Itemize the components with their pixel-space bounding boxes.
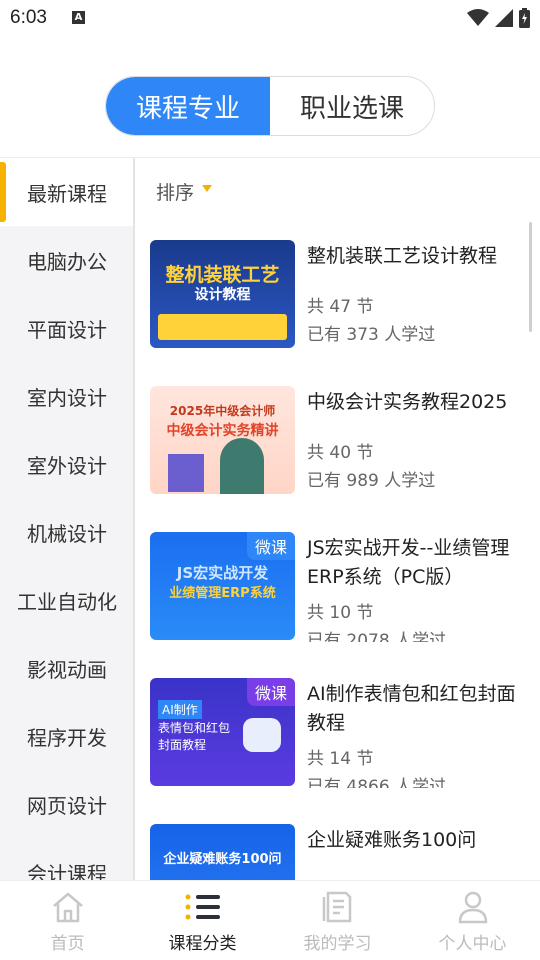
battery-icon [519, 8, 530, 28]
course-title: AI制作表情包和红包封面教程 [307, 683, 516, 734]
thumb-subtitle: 中级会计实务精讲 [166, 423, 279, 439]
course-lessons: 共 10 节 [307, 603, 374, 623]
thumb-subtitle: 业绩管理ERP系统 [169, 586, 276, 601]
course-lessons: 共 47 节 [307, 297, 374, 317]
thumb-title: 2025年中级会计师 [169, 404, 276, 418]
course-learners: 已有 989 人学过 [307, 471, 436, 491]
notebook-icon [322, 891, 351, 923]
nav-my-learning[interactable]: 我的学习 [270, 881, 405, 960]
course-thumbnail: JS宏实战开发 业绩管理ERP系统 微课 [150, 532, 295, 640]
course-lessons: 共 40 节 [307, 443, 374, 463]
sidebar-item-accounting[interactable]: 会计课程 [0, 838, 134, 881]
tab-course-major[interactable]: 课程专业 [106, 77, 270, 135]
sidebar-item-automation[interactable]: 工业自动化 [0, 566, 134, 634]
micro-course-badge: 微课 [246, 532, 295, 560]
course-item[interactable]: 企业疑难账务100问 企业疑难账务100问 [150, 824, 530, 880]
course-title: 企业疑难账务100问 [307, 829, 477, 851]
wifi-icon [467, 9, 489, 26]
sidebar-item-animation[interactable]: 影视动画 [0, 634, 134, 702]
sidebar-item-office[interactable]: 电脑办公 [0, 226, 134, 294]
nav-home-label: 首页 [50, 934, 85, 954]
course-thumbnail: 2025年中级会计师 中级会计实务精讲 [150, 386, 295, 494]
nav-home[interactable]: 首页 [0, 881, 135, 960]
thumb-title: 整机装联工艺 [165, 264, 280, 286]
notification-a-icon: A [72, 11, 85, 24]
status-icons [467, 8, 530, 28]
list-icon [185, 894, 220, 920]
course-thumbnail: AI制作 表情包和红包封面教程 微课 [150, 678, 295, 786]
user-icon [458, 891, 487, 924]
micro-course-badge: 微课 [246, 678, 295, 706]
course-learners: 已有 2078 人学过 [307, 631, 447, 642]
course-lessons: 共 14 节 [307, 749, 374, 769]
course-item[interactable]: 整机装联工艺 设计教程 整机装联工艺设计教程 共 47 节 已有 373 人学过 [150, 240, 530, 350]
nav-profile-label: 个人中心 [438, 934, 507, 954]
nav-course-category[interactable]: 课程分类 [135, 881, 270, 960]
tab-career-select[interactable]: 职业选课 [270, 77, 434, 135]
sidebar-item-graphic-design[interactable]: 平面设计 [0, 294, 134, 362]
dropdown-triangle-icon [202, 185, 213, 192]
signal-icon [495, 9, 513, 27]
sort-label: 排序 [156, 182, 195, 204]
home-icon [52, 892, 83, 923]
sidebar-item-mechanical-design[interactable]: 机械设计 [0, 498, 134, 566]
clock: 6:03 [10, 7, 47, 28]
status-bar: 6:03 A [0, 0, 540, 36]
thumb-title: 企业疑难账务100问 [163, 852, 282, 867]
nav-profile[interactable]: 个人中心 [405, 881, 540, 960]
sidebar-item-interior-design[interactable]: 室内设计 [0, 362, 134, 430]
course-item[interactable]: AI制作 表情包和红包封面教程 微课 AI制作表情包和红包封面教程 共 14 节… [150, 678, 530, 788]
course-learners: 已有 4866 人学过 [307, 777, 447, 788]
nav-my-learning-label: 我的学习 [303, 934, 372, 954]
sidebar-item-exterior-design[interactable]: 室外设计 [0, 430, 134, 498]
course-title: 整机装联工艺设计教程 [307, 245, 498, 267]
sidebar-item-latest[interactable]: 最新课程 [0, 158, 134, 226]
course-item[interactable]: 2025年中级会计师 中级会计实务精讲 中级会计实务教程2025 共 40 节 … [150, 386, 530, 496]
course-learners: 已有 373 人学过 [307, 325, 436, 345]
thumb-title: AI制作 [158, 700, 202, 719]
bottom-nav: 首页 课程分类 我的学习 个人中心 [0, 880, 540, 960]
course-title: JS宏实战开发--业绩管理ERP系统（PC版） [307, 537, 510, 588]
thumb-title: JS宏实战开发 [176, 564, 269, 582]
course-title: 中级会计实务教程2025 [307, 391, 508, 413]
sidebar-item-programming[interactable]: 程序开发 [0, 702, 134, 770]
course-thumbnail: 整机装联工艺 设计教程 [150, 240, 295, 348]
nav-course-category-label: 课程分类 [168, 934, 237, 954]
category-sidebar[interactable]: 最新课程 电脑办公 平面设计 室内设计 室外设计 机械设计 工业自动化 影视动画… [0, 158, 134, 880]
course-mode-toggle: 课程专业 职业选课 [105, 76, 435, 136]
thumb-subtitle: 设计教程 [194, 287, 251, 303]
thumb-subtitle: 表情包和红包封面教程 [158, 721, 231, 752]
sidebar-item-web-design[interactable]: 网页设计 [0, 770, 134, 838]
course-list[interactable]: 排序 整机装联工艺 设计教程 整机装联工艺设计教程 共 47 节 已有 373 … [135, 158, 540, 880]
course-thumbnail: 企业疑难账务100问 [150, 824, 295, 880]
course-item[interactable]: JS宏实战开发 业绩管理ERP系统 微课 JS宏实战开发--业绩管理ERP系统（… [150, 532, 530, 642]
sort-dropdown[interactable]: 排序 [156, 178, 213, 205]
